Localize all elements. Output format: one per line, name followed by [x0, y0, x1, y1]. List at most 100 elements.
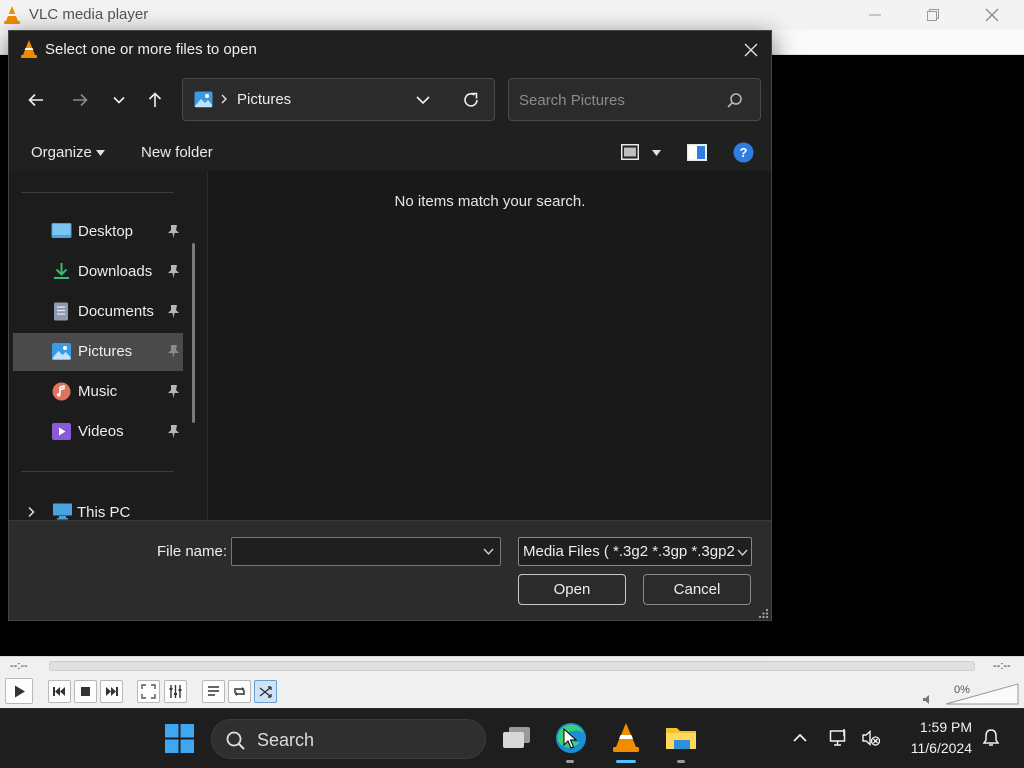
app-active-indicator	[616, 760, 636, 763]
volume-muted-icon[interactable]	[861, 728, 881, 748]
dialog-close-button[interactable]	[733, 34, 769, 66]
file-type-select[interactable]: Media Files ( *.3g2 *.3gp *.3gp2	[518, 537, 752, 566]
help-icon[interactable]: ?	[733, 142, 754, 163]
preview-pane-icon[interactable]	[687, 144, 707, 161]
speaker-icon[interactable]	[922, 694, 933, 705]
arrow-up-icon	[148, 92, 162, 107]
downloads-icon	[54, 263, 69, 279]
next-button[interactable]	[100, 680, 123, 703]
windows-start-icon[interactable]	[164, 723, 195, 754]
task-view-icon[interactable]	[500, 721, 534, 755]
open-button[interactable]: Open	[518, 574, 626, 605]
minimize-icon	[869, 14, 881, 16]
fullscreen-button[interactable]	[137, 680, 160, 703]
this-pc-icon	[53, 503, 72, 520]
pictures-folder-icon	[194, 91, 213, 108]
chevron-down-icon[interactable]	[483, 547, 494, 556]
loop-icon	[234, 687, 245, 696]
network-icon[interactable]	[829, 728, 849, 748]
taskbar: Search 1:59 PM 11/6/2024	[0, 708, 1024, 768]
nav-item-downloads[interactable]: Downloads	[13, 253, 183, 291]
shuffle-button[interactable]	[254, 680, 277, 703]
refresh-icon[interactable]	[461, 90, 481, 110]
dialog-footer: File name: Media Files ( *.3g2 *.3gp *.3…	[9, 520, 771, 620]
address-bar[interactable]: Pictures	[182, 78, 495, 121]
recent-locations-button[interactable]	[104, 87, 134, 113]
taskbar-search-box[interactable]: Search	[211, 719, 486, 759]
organize-button[interactable]: Organize	[31, 144, 92, 161]
search-icon	[727, 93, 742, 108]
restore-button[interactable]	[904, 0, 962, 30]
nav-item-videos[interactable]: Videos	[13, 413, 183, 451]
caret-down-icon[interactable]	[652, 150, 661, 156]
fullscreen-icon	[141, 684, 156, 699]
empty-results-message: No items match your search.	[394, 193, 586, 210]
nav-item-music[interactable]: Music	[13, 373, 183, 411]
file-list-pane[interactable]: No items match your search.	[207, 171, 771, 520]
new-folder-button[interactable]: New folder	[141, 144, 213, 161]
stop-button[interactable]	[74, 680, 97, 703]
pin-icon	[168, 265, 179, 278]
dialog-titlebar: Select one or more files to open	[9, 31, 771, 69]
chevron-right-icon[interactable]	[26, 506, 36, 518]
close-window-button[interactable]	[963, 0, 1021, 30]
close-icon	[744, 43, 758, 57]
equalizer-icon	[169, 685, 182, 698]
resize-grip-icon[interactable]	[758, 608, 769, 619]
vlc-logo-icon	[4, 6, 20, 24]
navigation-pane: Desktop Downloads Documents Pictures Mus…	[9, 171, 207, 520]
documents-icon	[54, 302, 68, 321]
app-running-indicator	[566, 760, 574, 763]
desktop-icon	[51, 223, 72, 238]
close-icon	[985, 8, 999, 22]
stop-icon	[81, 687, 90, 696]
chevron-right-icon	[221, 94, 227, 104]
playlist-button[interactable]	[202, 680, 225, 703]
file-name-field[interactable]	[231, 537, 501, 566]
up-button[interactable]	[140, 87, 170, 113]
address-current-folder[interactable]: Pictures	[237, 91, 291, 108]
nav-divider	[21, 471, 174, 472]
nav-item-desktop[interactable]: Desktop	[13, 213, 183, 251]
vlc-titlebar: VLC media player	[0, 0, 1024, 30]
pin-icon	[168, 225, 179, 238]
arrow-left-icon	[28, 93, 43, 107]
taskbar-search-label: Search	[257, 730, 315, 750]
vlc-icon[interactable]	[609, 721, 643, 755]
notifications-icon[interactable]	[981, 728, 1001, 748]
minimize-button[interactable]	[846, 0, 904, 30]
nav-divider	[21, 192, 174, 193]
nav-scrollbar[interactable]	[192, 243, 195, 423]
view-mode-icon[interactable]	[621, 144, 639, 160]
back-button[interactable]	[21, 87, 51, 113]
next-icon	[106, 687, 118, 696]
clock-date[interactable]: 11/6/2024	[900, 740, 972, 756]
nav-item-this-pc[interactable]: This PC	[77, 504, 130, 520]
chevron-down-icon[interactable]	[414, 91, 432, 109]
nav-item-pictures[interactable]: Pictures	[13, 333, 183, 371]
shuffle-icon	[259, 686, 272, 698]
previous-button[interactable]	[48, 680, 71, 703]
loop-button[interactable]	[228, 680, 251, 703]
restore-icon	[927, 9, 939, 21]
forward-button[interactable]	[65, 87, 95, 113]
cancel-button[interactable]: Cancel	[643, 574, 751, 605]
nav-item-label: Desktop	[78, 223, 134, 240]
chevron-down-icon	[737, 548, 748, 557]
playlist-icon	[208, 686, 219, 696]
chevron-up-icon[interactable]	[790, 728, 810, 748]
dialog-title: Select one or more files to open	[45, 41, 257, 58]
search-icon	[226, 731, 245, 750]
search-placeholder: Search Pictures	[519, 92, 625, 109]
file-explorer-icon[interactable]	[664, 721, 698, 755]
play-button[interactable]	[5, 678, 33, 704]
nav-item-documents[interactable]: Documents	[13, 293, 183, 331]
nav-item-label: Documents	[78, 303, 154, 320]
seek-slider[interactable]	[49, 661, 975, 671]
open-file-dialog: Select one or more files to open Picture…	[8, 30, 772, 621]
search-input[interactable]: Search Pictures	[508, 78, 761, 121]
arrow-right-icon	[73, 93, 88, 107]
clock-time[interactable]: 1:59 PM	[900, 719, 972, 735]
extended-settings-button[interactable]	[164, 680, 187, 703]
videos-icon	[52, 423, 71, 440]
